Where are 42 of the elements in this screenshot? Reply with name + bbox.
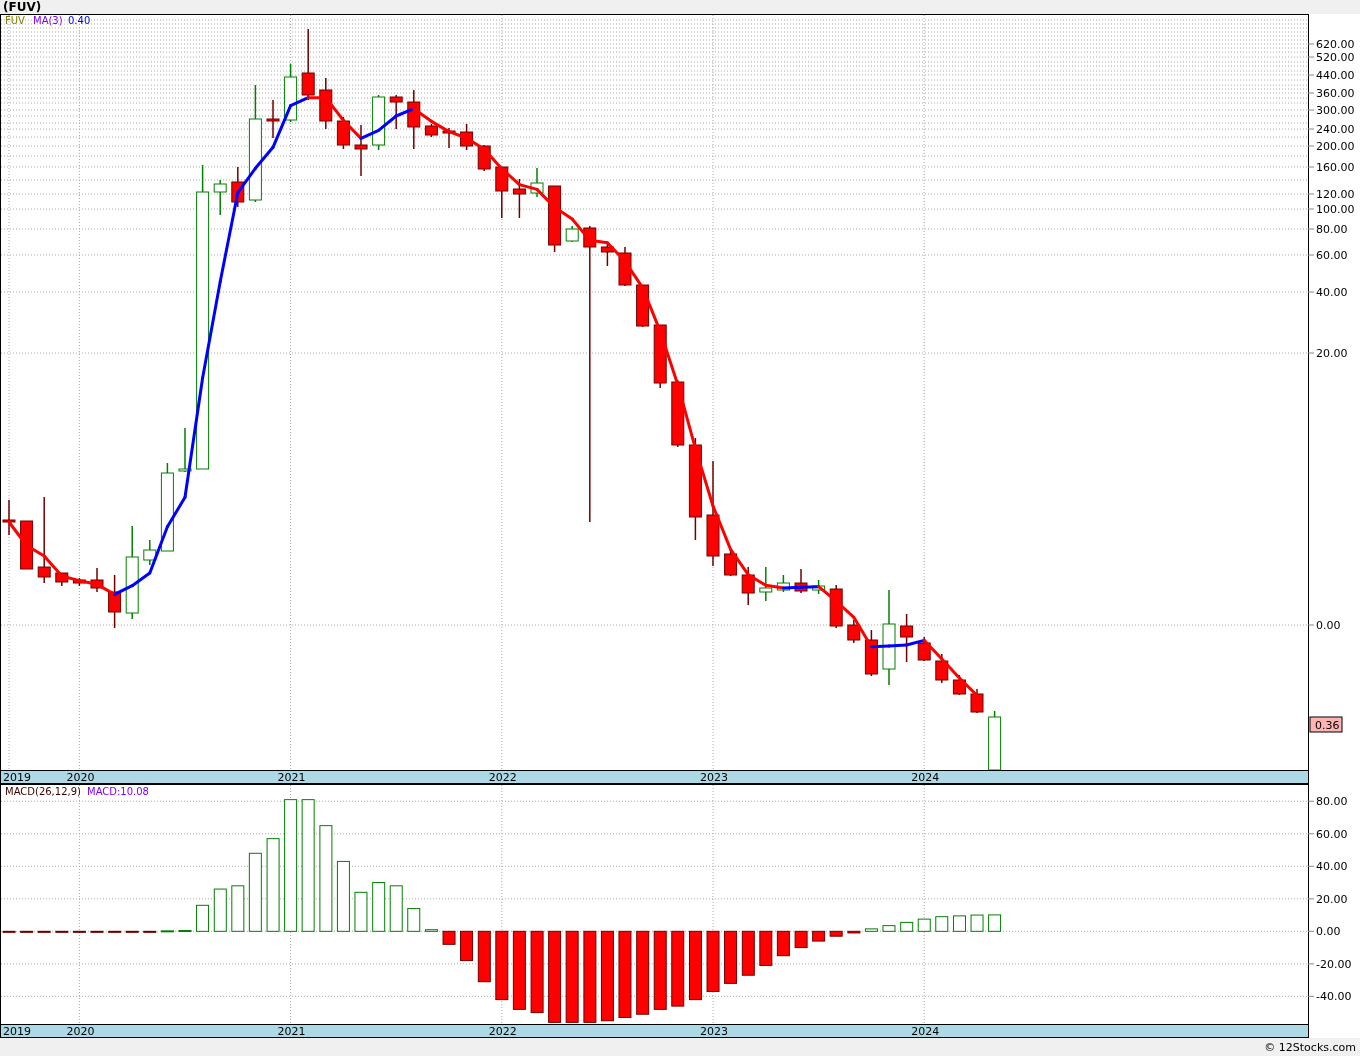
legend-label: MA(3) bbox=[33, 15, 63, 26]
axis-label: 2024 bbox=[911, 771, 940, 784]
x-tick-label: 2024 bbox=[911, 1025, 940, 1038]
y-tick-label: 60.00 bbox=[1316, 827, 1348, 841]
x-tick-label: 2023 bbox=[700, 1025, 729, 1038]
axis-label: 2019 bbox=[3, 771, 31, 784]
legend-label: MACD:10.08 bbox=[87, 786, 149, 797]
axis-label: 200.00 bbox=[1316, 140, 1355, 153]
axis-label: 440.00 bbox=[1316, 69, 1355, 82]
y-tick-label: 40.00 bbox=[1316, 860, 1348, 874]
x-tick-label: 2021 bbox=[277, 1025, 306, 1038]
y-tick-label: 0.00 bbox=[1316, 925, 1341, 939]
chart-title: (FUV) bbox=[3, 0, 42, 14]
y-tick-label: 80.00 bbox=[1316, 795, 1348, 809]
axis-label: 80.00 bbox=[1316, 223, 1348, 236]
legend-label: MACD(26,12,9) bbox=[5, 786, 81, 797]
legend-label: FUV bbox=[5, 15, 25, 26]
axis-label: 120.00 bbox=[1316, 188, 1355, 201]
axis-label: 2022 bbox=[488, 771, 517, 784]
x-tick-label: 2022 bbox=[488, 1025, 517, 1038]
y-tick-label: 20.00 bbox=[1316, 892, 1348, 906]
axis-label: 2021 bbox=[277, 771, 306, 784]
axis-label: 100.00 bbox=[1316, 203, 1355, 216]
credit-text: © 12Stocks.com bbox=[1264, 1040, 1356, 1054]
axis-label: 60.00 bbox=[1316, 249, 1348, 262]
y-tick-label: -40.00 bbox=[1316, 990, 1352, 1004]
axis-label: 300.00 bbox=[1316, 104, 1355, 117]
axis-label: 40.00 bbox=[1316, 286, 1348, 299]
y-tick-label: -20.00 bbox=[1316, 957, 1352, 971]
axis-label: 20.00 bbox=[1316, 347, 1348, 360]
axis-label: 620.00 bbox=[1316, 38, 1355, 51]
x-tick-label: 2020 bbox=[66, 1025, 95, 1038]
axis-label: 0.00 bbox=[1316, 619, 1341, 632]
legend-label: 0.40 bbox=[68, 15, 91, 26]
axis-label: 240.00 bbox=[1316, 123, 1355, 136]
axis-label: 2020 bbox=[66, 771, 95, 784]
axis-label: 360.00 bbox=[1316, 87, 1355, 100]
x-tick-label: 2019 bbox=[3, 1025, 31, 1038]
axis-label: 160.00 bbox=[1316, 161, 1355, 174]
axis-label: 2023 bbox=[700, 771, 728, 784]
axis-label: 520.00 bbox=[1316, 51, 1355, 64]
last-price-badge: 0.36 bbox=[1309, 716, 1343, 733]
